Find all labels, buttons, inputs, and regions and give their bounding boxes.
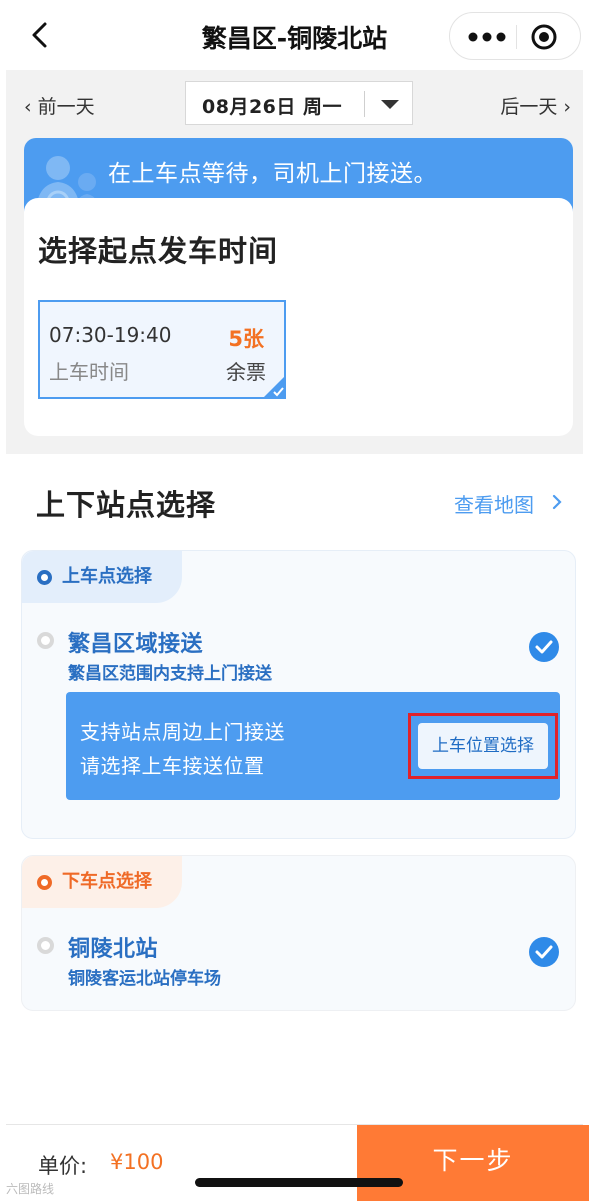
pickup-location-button[interactable]: 上车位置选择 [418,723,548,769]
prev-day-link[interactable]: ‹ 前一天 [24,92,95,119]
highlight-frame: 上车位置选择 [408,713,558,779]
view-map-link[interactable]: 查看地图 [454,489,534,518]
check-circle-icon[interactable] [528,631,560,663]
nav-bar: 繁昌区-铜陵北站 [0,0,589,70]
time-range: 07:30-19:40 [49,323,172,347]
departure-time-card: 选择起点发车时间 07:30-19:40 上车时间 5张 余票 [24,198,573,436]
price-value: ¥100 [110,1150,164,1174]
next-step-button[interactable]: 下一步 [357,1125,589,1201]
next-day-link[interactable]: 后一天 › [500,92,571,119]
dropoff-tag: 下车点选择 [22,856,182,908]
date-bar: ‹ 前一天 08月26日 周一 后一天 › [6,70,583,136]
dropoff-option-sub: 铜陵客运北站停车场 [68,969,221,989]
pickup-radio[interactable] [37,632,54,649]
stations-title: 上下站点选择 [36,488,217,522]
pickup-info-line1: 支持站点周边上门接送 [80,720,285,744]
dropoff-radio[interactable] [37,937,54,954]
dropoff-panel: 下车点选择 铜陵北站 铜陵客运北站停车场 [21,855,576,1011]
dropoff-ring-icon [37,875,52,890]
mini-program-capsule [449,12,581,60]
dropoff-tag-label: 下车点选择 [62,871,152,892]
watermark: 六图路线 [6,1182,55,1196]
price-label: 单价: [38,1154,88,1178]
more-dots-icon[interactable] [464,25,510,49]
banner-text: 在上车点等待，司机上门接送。 [108,161,437,187]
pickup-info-line2: 请选择上车接送位置 [80,754,265,778]
selected-corner-check-icon [263,376,285,398]
caret-down-icon [381,100,399,109]
pickup-tag: 上车点选择 [22,551,182,603]
departure-title: 选择起点发车时间 [38,234,279,268]
dropoff-option-name[interactable]: 铜陵北站 [68,931,158,963]
departure-area: ‹ 前一天 08月26日 周一 后一天 › 在上车点等待，司机上门接送。 选择起… [6,70,583,454]
pickup-ring-icon [37,570,52,585]
chevron-right-icon[interactable] [551,493,563,511]
pickup-option-sub: 繁昌区范围内支持上门接送 [68,664,272,684]
capsule-divider [516,25,517,49]
time-option[interactable]: 07:30-19:40 上车时间 5张 余票 [38,300,286,399]
time-label: 上车时间 [49,360,129,384]
pickup-panel: 上车点选择 繁昌区域接送 繁昌区范围内支持上门接送 支持站点周边上门接送 请选择… [21,550,576,839]
pickup-tag-label: 上车点选择 [62,566,152,587]
check-circle-icon[interactable] [528,936,560,968]
date-divider [364,91,365,117]
date-picker[interactable]: 08月26日 周一 [185,81,413,125]
pickup-option-name[interactable]: 繁昌区域接送 [68,626,203,658]
ticket-count: 5张 [228,327,264,351]
target-circle-icon[interactable] [530,23,558,51]
home-indicator[interactable] [195,1178,403,1187]
ticket-label: 余票 [226,360,266,384]
pickup-info-box: 支持站点周边上门接送 请选择上车接送位置 上车位置选择 [66,692,560,800]
selected-date: 08月26日 周一 [202,96,342,118]
